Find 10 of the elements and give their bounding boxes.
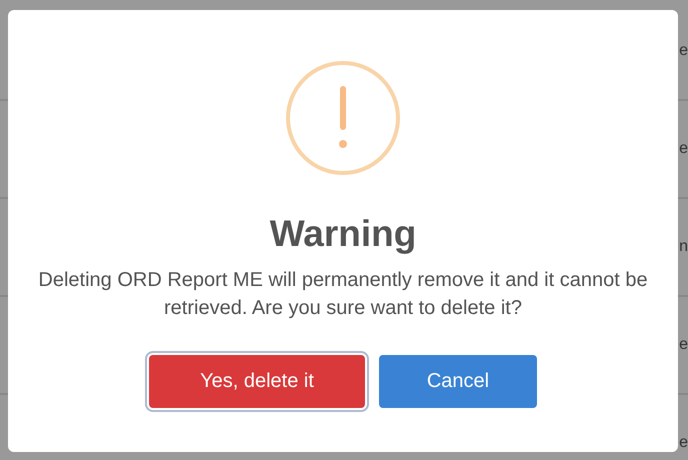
dialog-message: Deleting ORD Report ME will permanently remove it and it cannot be retrieved. Are you sure want to delete it? [37, 268, 649, 321]
table-cell-text: e [679, 434, 688, 452]
warning-icon [285, 60, 401, 176]
cancel-button[interactable]: Cancel [379, 355, 537, 408]
table-cell-text: e [679, 42, 688, 60]
table-cell-text: e [679, 336, 688, 354]
table-cell-text: e [679, 140, 688, 158]
delete-button[interactable]: Yes, delete it [149, 355, 365, 408]
dialog-title: Warning [270, 212, 416, 256]
table-cell-text: n [679, 238, 688, 256]
